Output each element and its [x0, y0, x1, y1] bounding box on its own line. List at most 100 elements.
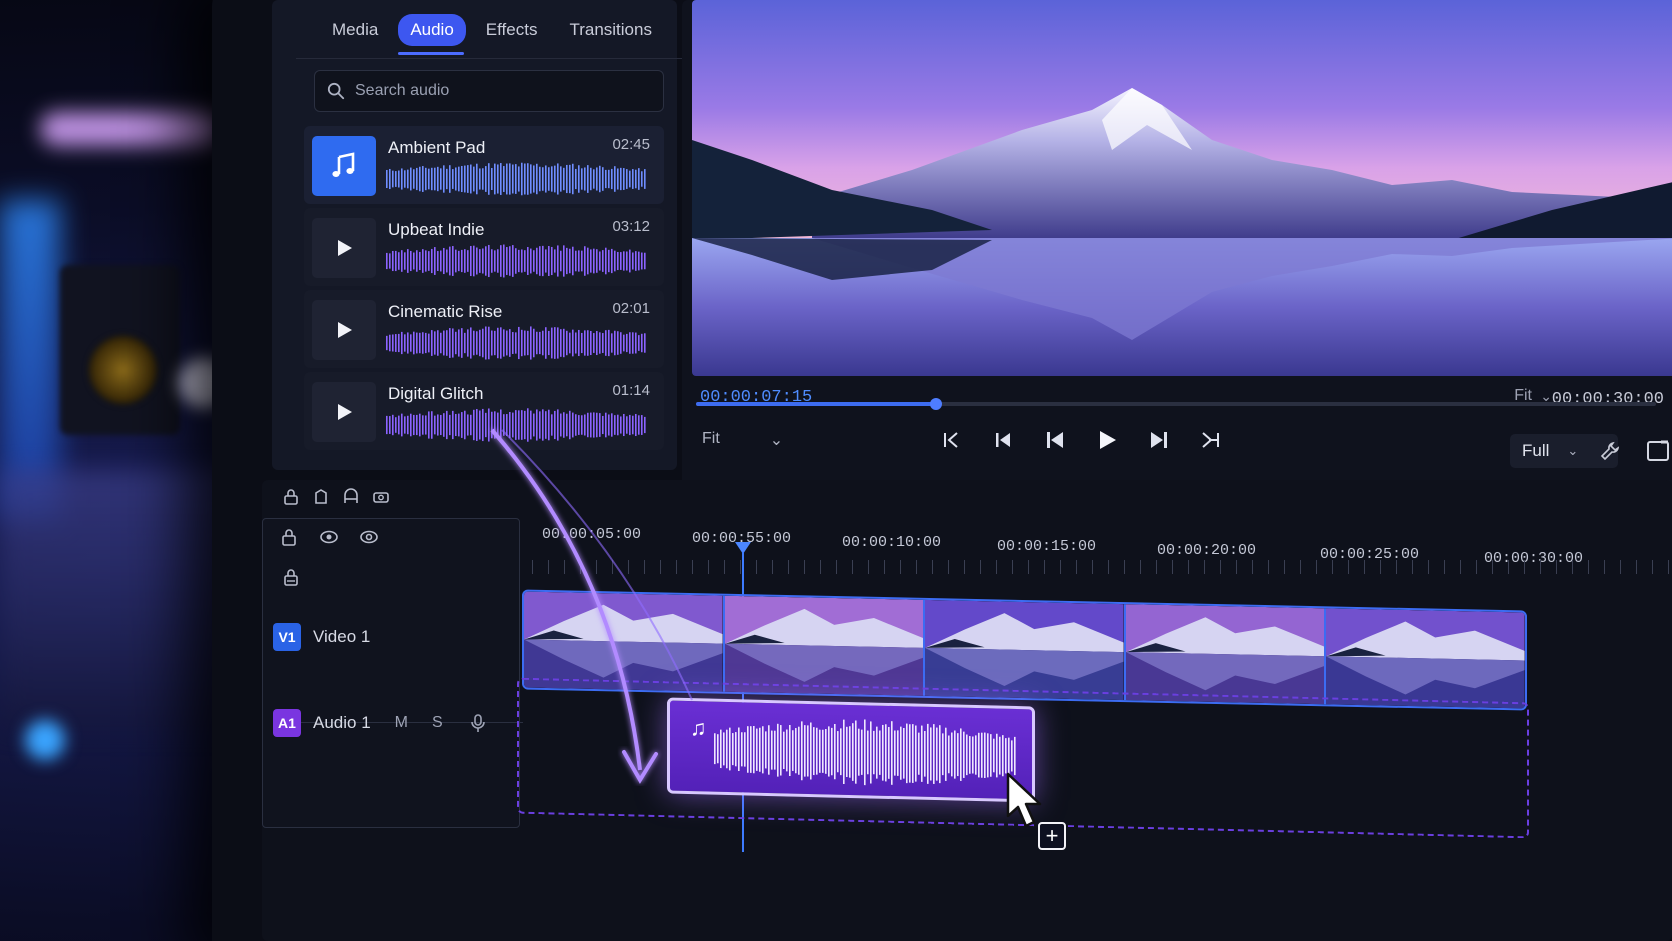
- active-tab-indicator: [398, 52, 464, 55]
- play-icon: [338, 322, 352, 338]
- tab-audio[interactable]: Audio: [398, 14, 466, 46]
- eye-icon[interactable]: [319, 527, 339, 547]
- thumbnail-image: [1125, 604, 1325, 705]
- total-duration: 00:00:30:00: [1551, 390, 1664, 409]
- audio-item-duration: 01:14: [612, 382, 650, 399]
- divider: [296, 58, 686, 59]
- audio-item-title: Cinematic Rise: [388, 302, 503, 321]
- play-preview-button[interactable]: [312, 218, 376, 278]
- ruler-ticks: [532, 560, 1672, 574]
- lamp-glow-blue: [25, 720, 65, 760]
- ruler-label: 00:00:20:00: [1157, 542, 1257, 559]
- clip-waveform: [714, 719, 1016, 786]
- track-header-tools: [279, 527, 379, 547]
- tab-media[interactable]: Media: [320, 14, 390, 46]
- step-back-button[interactable]: [989, 426, 1017, 454]
- snap-icon[interactable]: [342, 488, 360, 506]
- search-box[interactable]: [314, 70, 664, 112]
- fullscreen-icon[interactable]: [1646, 440, 1670, 462]
- solo-button[interactable]: S: [432, 714, 443, 732]
- search-input[interactable]: [355, 82, 655, 100]
- video-thumbnail: [524, 591, 725, 692]
- ruler-label: 00:00:10:00: [842, 534, 942, 551]
- waveform: [386, 244, 646, 278]
- audio-item-duration: 02:01: [612, 300, 650, 317]
- chevron-down-icon: ⌄: [1567, 443, 1579, 458]
- video-track-header[interactable]: V1 Video 1: [273, 623, 370, 651]
- step-back-icon: [996, 433, 1010, 447]
- play-button[interactable]: [1093, 426, 1121, 454]
- thumbnail-image: [724, 595, 924, 696]
- library-tabs: Media Audio Effects Transitions: [320, 14, 664, 46]
- marker-icon[interactable]: [312, 488, 330, 506]
- audio-item-upbeat-indie[interactable]: Upbeat Indie 03:12: [304, 208, 664, 286]
- music-note-icon: [332, 152, 355, 177]
- ruler-label: 00:00:05:00: [542, 526, 642, 543]
- light-bar: [40, 112, 220, 146]
- mountain-lake-frame: [692, 0, 1672, 376]
- audio-item-duration: 03:12: [612, 218, 650, 235]
- audio-track-header[interactable]: A1 Audio 1 M S: [273, 709, 487, 737]
- waveform: [386, 408, 646, 442]
- video-track-name: Video 1: [313, 627, 371, 646]
- video-thumbnail: [1326, 608, 1525, 709]
- go-to-in-icon: [944, 432, 958, 448]
- ruler-label: 00:00:15:00: [997, 538, 1097, 555]
- waveform: [386, 162, 646, 196]
- play-icon: [338, 404, 352, 420]
- search-icon: [327, 82, 345, 100]
- scrubber-handle[interactable]: [930, 398, 942, 410]
- thumbnail-image: [1326, 608, 1525, 709]
- play-preview-button[interactable]: [312, 300, 376, 360]
- transport-controls: [937, 426, 1225, 454]
- scrubber-progress: [696, 402, 936, 406]
- thumbnail-image: [925, 599, 1124, 701]
- audio-item-ambient-pad[interactable]: Ambient Pad 02:45: [304, 126, 664, 204]
- wrench-icon[interactable]: [1600, 441, 1620, 461]
- audio-track-badge: A1: [273, 709, 301, 737]
- mute-button[interactable]: M: [395, 714, 408, 732]
- next-frame-button[interactable]: [1145, 426, 1173, 454]
- audio-item-cinematic-rise[interactable]: Cinematic Rise 02:01: [304, 290, 664, 368]
- lock-icon[interactable]: [282, 488, 300, 506]
- add-icon: +: [1038, 822, 1066, 850]
- timeline-ruler[interactable]: 00:00:05:00 00:00:55:00 00:00:10:00 00:0…: [532, 520, 1672, 576]
- waveform: [386, 326, 646, 360]
- dragged-audio-clip[interactable]: ♫: [667, 697, 1035, 803]
- audio-track-name: Audio 1: [313, 713, 371, 732]
- video-thumbnail: [724, 595, 926, 696]
- previous-frame-button[interactable]: [1041, 426, 1069, 454]
- go-to-out-button[interactable]: [1197, 426, 1225, 454]
- go-to-in-button[interactable]: [937, 426, 965, 454]
- lock-icon[interactable]: [279, 527, 299, 547]
- tab-transitions[interactable]: Transitions: [557, 14, 664, 46]
- preview-scrubber[interactable]: [696, 398, 1656, 410]
- link-icon[interactable]: [372, 488, 390, 506]
- audio-item-title: Ambient Pad: [388, 138, 486, 157]
- audio-item-title: Upbeat Indie: [388, 220, 485, 239]
- track-lock-icon[interactable]: [281, 567, 301, 587]
- zoom-select[interactable]: Fit ⌄: [702, 430, 783, 450]
- previous-frame-icon: [1047, 432, 1063, 448]
- chevron-down-icon: ⌄: [769, 432, 784, 449]
- visibility-icon[interactable]: [359, 527, 379, 547]
- play-preview-button[interactable]: [312, 382, 376, 442]
- video-thumbnail: [925, 599, 1126, 701]
- video-editor-app: Media Audio Effects Transitions Search a…: [262, 0, 1672, 941]
- microphone-icon[interactable]: [469, 713, 487, 733]
- timeline-panel: V1 Video 1 A1 Audio 1 M S 00:00:05:00 00…: [262, 480, 1672, 941]
- quality-value: Full: [1522, 441, 1550, 460]
- audio-item-digital-glitch[interactable]: Digital Glitch 01:14: [304, 372, 664, 450]
- tab-effects[interactable]: Effects: [474, 14, 550, 46]
- timeline-toolbar: [282, 488, 390, 506]
- video-preview[interactable]: [692, 0, 1672, 376]
- music-note-icon: ♫: [690, 715, 707, 741]
- go-to-out-icon: [1202, 432, 1219, 448]
- play-icon: [1100, 431, 1116, 449]
- media-library-panel: Media Audio Effects Transitions Search a…: [272, 0, 686, 470]
- audio-list: Ambient Pad 02:45 Upbeat Indie 03:12 Cin…: [304, 126, 664, 454]
- thumbnail-image: [524, 591, 723, 692]
- track-headers: V1 Video 1 A1 Audio 1 M S: [262, 518, 523, 828]
- next-frame-icon: [1151, 432, 1167, 448]
- video-thumbnail: [1125, 604, 1327, 705]
